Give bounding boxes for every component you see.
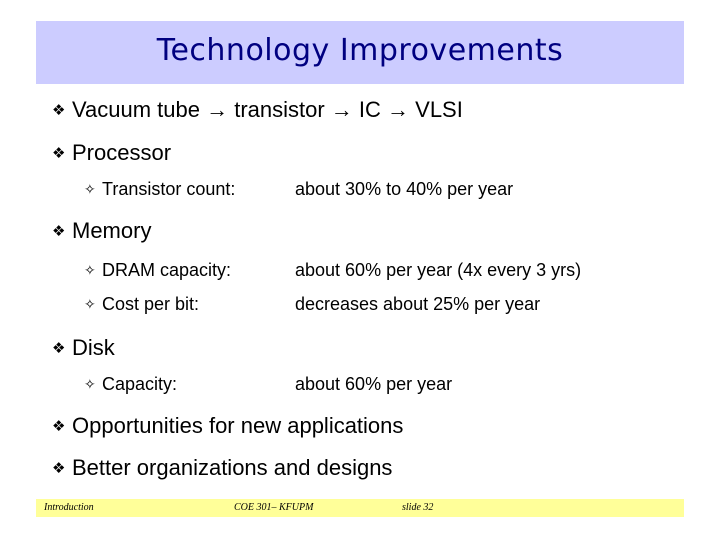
- sub-bullet-label: DRAM capacity:: [102, 260, 232, 280]
- four-diamonds-bullet-icon: ❖: [52, 417, 66, 435]
- bullet-disk: ❖ Disk: [52, 335, 115, 361]
- footer-band: Introduction COE 301– KFUPM slide 32: [36, 499, 684, 517]
- four-diamonds-bullet-icon: ❖: [52, 339, 66, 357]
- four-diamonds-bullet-icon: ❖: [52, 144, 66, 162]
- star-outline-bullet-icon: ✧: [84, 297, 96, 313]
- bullet-text: Better organizations and designs: [72, 455, 393, 480]
- bullet-text: Processor: [72, 140, 172, 165]
- four-diamonds-bullet-icon: ❖: [52, 101, 66, 119]
- four-diamonds-bullet-icon: ❖: [52, 222, 66, 240]
- star-outline-bullet-icon: ✧: [84, 182, 96, 198]
- bullet-text: Memory: [72, 218, 152, 243]
- sub-bullet-value: decreases about 25% per year: [295, 294, 541, 314]
- star-outline-bullet-icon: ✧: [84, 377, 96, 393]
- bullet-processor: ❖ Processor: [52, 140, 171, 166]
- bullet-better-organizations: ❖ Better organizations and designs: [52, 455, 392, 481]
- four-diamonds-bullet-icon: ❖: [52, 459, 66, 477]
- footer-section: Introduction: [44, 502, 94, 513]
- bullet-memory: ❖ Memory: [52, 218, 151, 244]
- sub-bullet-value: about 30% to 40% per year: [295, 179, 514, 199]
- star-outline-bullet-icon: ✧: [84, 263, 96, 279]
- bullet-text: Vacuum tube → transistor → IC → VLSI: [72, 97, 463, 122]
- bullet-text: Disk: [72, 335, 115, 360]
- bullet-technology-evolution: ❖ Vacuum tube → transistor → IC → VLSI: [52, 97, 463, 123]
- footer-slide-number: slide 32: [402, 502, 434, 513]
- sub-bullet-dram-capacity: ✧ DRAM capacity:: [84, 259, 231, 281]
- sub-bullet-value: about 60% per year: [295, 374, 453, 394]
- title-band: Technology Improvements: [36, 21, 684, 84]
- sub-bullet-value: about 60% per year (4x every 3 yrs): [295, 260, 582, 280]
- footer-course: COE 301– KFUPM: [234, 502, 314, 513]
- sub-bullet-label: Capacity:: [102, 374, 178, 394]
- sub-bullet-label: Cost per bit:: [102, 294, 200, 314]
- bullet-text: Opportunities for new applications: [72, 413, 404, 438]
- slide-title: Technology Improvements: [156, 33, 564, 68]
- bullet-opportunities: ❖ Opportunities for new applications: [52, 413, 403, 439]
- sub-bullet-label: Transistor count:: [102, 179, 236, 199]
- sub-bullet-transistor-count: ✧ Transistor count:: [84, 178, 235, 200]
- sub-bullet-cost-per-bit: ✧ Cost per bit:: [84, 293, 199, 315]
- sub-bullet-disk-capacity: ✧ Capacity:: [84, 373, 177, 395]
